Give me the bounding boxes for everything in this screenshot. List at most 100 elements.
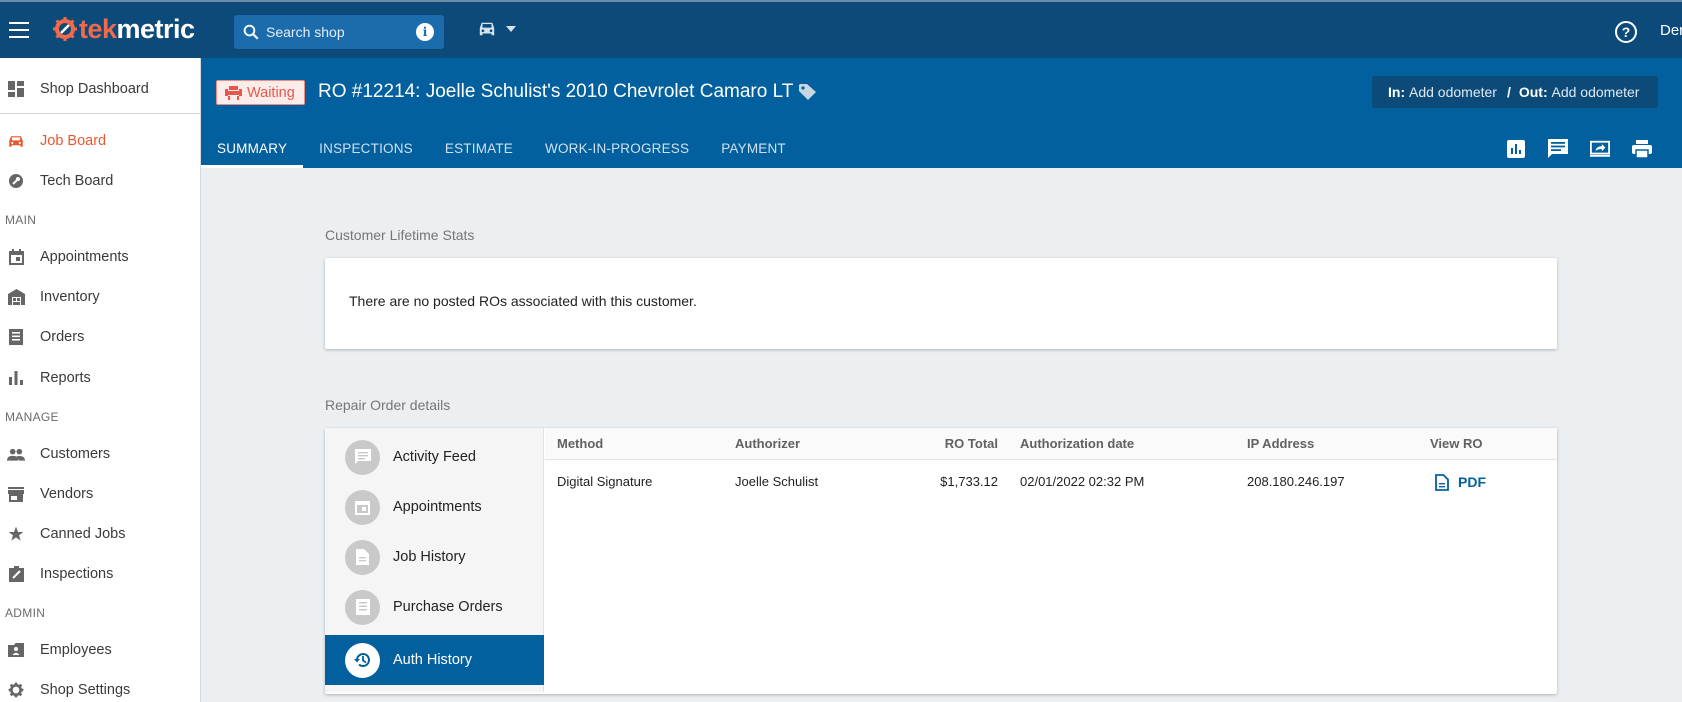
top-navigation-bar: tekmetric i ? Der — [0, 0, 1682, 58]
sidebar-item-customers[interactable]: Customers — [0, 435, 200, 473]
odometer-out-label: Out: — [1518, 84, 1548, 100]
tab-payment[interactable]: PAYMENT — [705, 133, 802, 168]
sidebar-item-orders[interactable]: Orders — [0, 318, 200, 356]
view-ro-pdf-link[interactable]: PDF — [1435, 460, 1486, 504]
odometer-in-value[interactable]: Add odometer — [1409, 84, 1497, 100]
sidebar-item-shop-dashboard[interactable]: Shop Dashboard — [0, 70, 200, 108]
sidebar-item-job-board[interactable]: Job Board — [0, 122, 200, 160]
people-icon — [7, 445, 25, 463]
status-badge[interactable]: Waiting — [216, 80, 305, 105]
sidebar-item-reports[interactable]: Reports — [0, 359, 200, 397]
wrench-icon — [7, 172, 25, 190]
sidebar-item-employees[interactable]: Employees — [0, 631, 200, 669]
star-icon — [7, 525, 25, 543]
sidebar-item-label: Shop Settings — [40, 682, 131, 698]
sidebar: Shop Dashboard Job Board Tech Board MAIN… — [0, 58, 201, 702]
pdf-document-icon — [1435, 473, 1449, 491]
cell-authorization-date: 02/01/2022 02:32 PM — [1020, 474, 1145, 489]
table-header-row: Method Authorizer RO Total Authorization… — [545, 428, 1557, 460]
tab-summary[interactable]: SUMMARY — [201, 133, 304, 168]
warehouse-icon — [7, 288, 25, 306]
repair-order-header: Waiting RO #12214: Joelle Schulist's 201… — [201, 58, 1682, 168]
header-actions — [1506, 139, 1652, 159]
list-icon — [7, 328, 25, 346]
sidebar-item-label: Orders — [40, 329, 85, 345]
history-icon — [345, 642, 380, 678]
info-icon[interactable]: i — [416, 23, 434, 41]
menu-item-label: Purchase Orders — [393, 599, 503, 615]
menu-item-auth-history[interactable]: Auth History — [325, 635, 544, 685]
sidebar-item-label: Tech Board — [40, 173, 114, 189]
logo-wordmark: tekmetric — [79, 13, 195, 44]
sidebar-item-canned-jobs[interactable]: Canned Jobs — [0, 515, 200, 553]
calendar-icon — [345, 489, 380, 525]
cell-authorizer: Joelle Schulist — [735, 474, 819, 489]
document-icon — [345, 539, 380, 575]
sidebar-item-label: Appointments — [40, 249, 129, 265]
odometer-out-value[interactable]: Add odometer — [1552, 84, 1640, 100]
sidebar-item-label: Reports — [40, 370, 91, 386]
hamburger-menu-icon[interactable] — [9, 22, 29, 38]
repair-order-details-title: Repair Order details — [325, 397, 451, 413]
sidebar-item-label: Inventory — [40, 289, 100, 305]
tag-icon[interactable] — [799, 84, 817, 100]
sidebar-item-shop-settings[interactable]: Shop Settings — [0, 671, 200, 702]
menu-item-label: Job History — [393, 549, 466, 565]
search-icon — [243, 24, 259, 40]
tab-estimate[interactable]: ESTIMATE — [429, 133, 529, 168]
help-icon[interactable]: ? — [1615, 21, 1637, 43]
sidebar-item-appointments[interactable]: Appointments — [0, 238, 200, 276]
store-icon — [7, 485, 25, 503]
sidebar-section-main: MAIN — [5, 213, 37, 227]
status-badge-label: Waiting — [247, 84, 295, 101]
repair-order-details-card: Activity Feed Appointments Job History P… — [325, 428, 1557, 694]
menu-item-activity-feed[interactable]: Activity Feed — [325, 432, 544, 482]
auth-history-table: Method Authorizer RO Total Authorization… — [545, 428, 1557, 504]
tab-inspections[interactable]: INSPECTIONS — [303, 133, 429, 168]
sidebar-item-inspections[interactable]: Inspections — [0, 555, 200, 593]
odometer-in-label: In: — [1388, 84, 1406, 100]
empty-stats-message: There are no posted ROs associated with … — [349, 293, 697, 309]
badge-icon — [7, 641, 25, 659]
chevron-down-icon — [506, 26, 516, 32]
cell-ip-address: 208.180.246.197 — [1247, 474, 1345, 489]
sidebar-divider — [0, 113, 200, 114]
sidebar-item-label: Job Board — [40, 133, 107, 149]
menu-item-label: Auth History — [393, 652, 472, 668]
cell-ro-total: $1,733.12 — [940, 474, 998, 489]
sidebar-item-vendors[interactable]: Vendors — [0, 475, 200, 513]
sidebar-item-tech-board[interactable]: Tech Board — [0, 162, 200, 200]
cell-method: Digital Signature — [557, 474, 653, 489]
sidebar-item-label: Canned Jobs — [40, 526, 126, 542]
message-icon[interactable] — [1548, 139, 1568, 159]
user-name[interactable]: Der — [1660, 22, 1682, 39]
vehicle-menu[interactable] — [476, 20, 516, 38]
tab-work-in-progress[interactable]: WORK-IN-PROGRESS — [529, 133, 705, 168]
sidebar-item-label: Employees — [40, 642, 112, 658]
search-input[interactable] — [266, 24, 416, 40]
calendar-icon — [7, 248, 25, 266]
sidebar-section-manage: MANAGE — [5, 410, 59, 424]
search-shop-box[interactable]: i — [234, 15, 444, 49]
sidebar-item-inventory[interactable]: Inventory — [0, 278, 200, 316]
column-header-view-ro: View RO — [1430, 436, 1483, 451]
menu-item-appointments[interactable]: Appointments — [325, 482, 544, 532]
sidebar-item-label: Vendors — [40, 486, 94, 502]
odometer-panel[interactable]: In: Add odometer / Out: Add odometer — [1372, 76, 1658, 108]
share-screen-icon[interactable] — [1590, 139, 1610, 159]
clipboard-icon — [7, 565, 25, 583]
menu-item-purchase-orders[interactable]: Purchase Orders — [325, 582, 544, 632]
print-icon[interactable] — [1632, 139, 1652, 159]
dashboard-icon — [7, 80, 25, 98]
menu-item-label: Appointments — [393, 499, 482, 515]
profit-chart-icon[interactable] — [1506, 139, 1526, 159]
table-row: Digital Signature Joelle Schulist $1,733… — [545, 460, 1557, 504]
column-header-ro-total: RO Total — [944, 436, 998, 451]
odometer-separator: / — [1506, 84, 1511, 100]
seat-icon — [225, 85, 242, 100]
sidebar-section-admin: ADMIN — [5, 606, 46, 620]
menu-item-job-history[interactable]: Job History — [325, 532, 544, 582]
tekmetric-logo[interactable]: tekmetric — [52, 13, 195, 45]
column-header-ip-address: IP Address — [1247, 436, 1315, 451]
menu-item-label: Activity Feed — [393, 449, 476, 465]
